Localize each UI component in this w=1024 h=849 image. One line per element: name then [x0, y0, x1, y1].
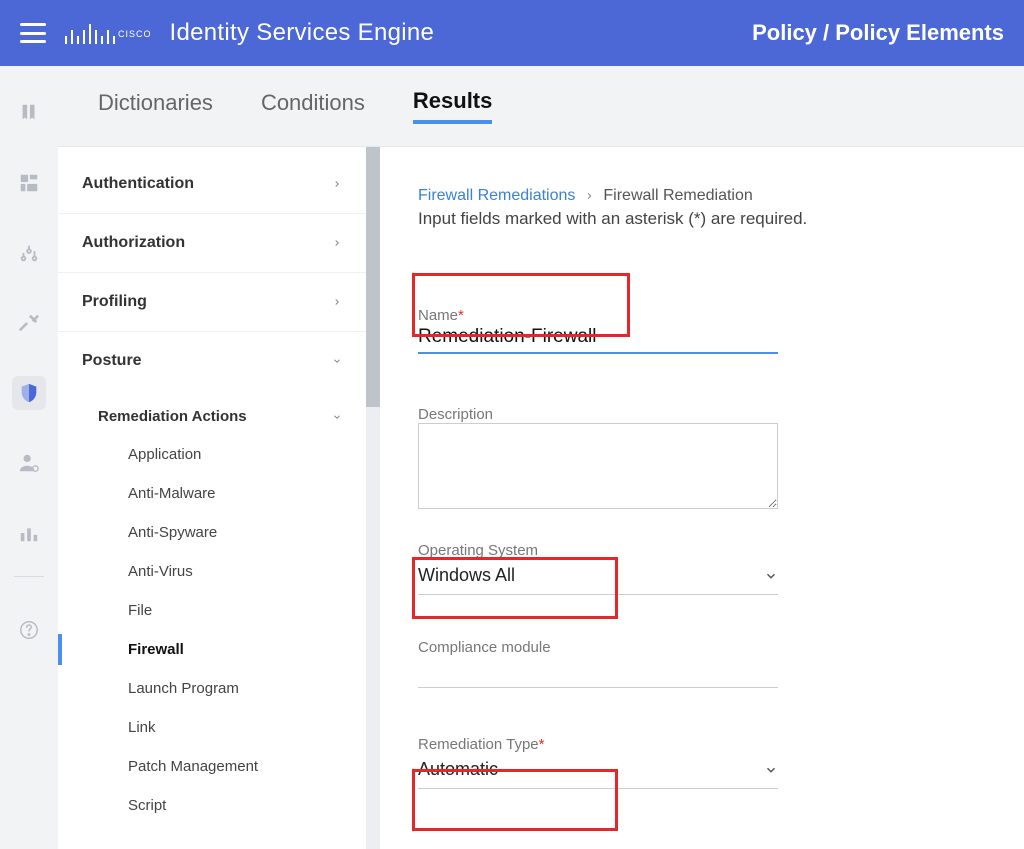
chevron-right-icon	[585, 191, 593, 201]
field-name: Name*	[418, 307, 994, 354]
app-title: Identity Services Engine	[170, 19, 435, 47]
label-text: Name	[418, 307, 458, 324]
compliance-label: Compliance module	[418, 639, 994, 656]
field-compliance: Compliance module	[418, 639, 994, 688]
rail-policy-icon[interactable]	[12, 376, 46, 410]
rail-help-icon[interactable]	[12, 613, 46, 647]
tree-item-firewall[interactable]: Firewall	[58, 630, 366, 669]
content: Dictionaries Conditions Results Authenti…	[0, 66, 1024, 849]
field-description: Description	[418, 406, 994, 514]
tabs: Dictionaries Conditions Results	[58, 66, 1024, 146]
rail-workcenter-icon[interactable]	[12, 516, 46, 550]
remtype-select[interactable]: Automatic	[418, 755, 778, 789]
remtype-value: Automatic	[418, 759, 498, 780]
breadcrumb-parent[interactable]: Firewall Remediations	[418, 187, 575, 205]
rail-divider	[14, 576, 44, 577]
tree-profiling[interactable]: Profiling	[58, 273, 366, 332]
tree-item-anti-malware[interactable]: Anti-Malware	[58, 474, 366, 513]
description-label: Description	[418, 406, 994, 423]
breadcrumb-current: Firewall Remediation	[603, 187, 752, 205]
chevron-down-icon	[332, 356, 342, 366]
field-remtype: Remediation Type* Automatic	[418, 736, 994, 789]
os-value: Windows All	[418, 565, 515, 586]
chevron-down-icon	[764, 763, 778, 777]
top-bar: CISCO Identity Services Engine Policy / …	[0, 0, 1024, 66]
main: Dictionaries Conditions Results Authenti…	[58, 66, 1024, 849]
chevron-right-icon	[332, 238, 342, 248]
tree-label: Profiling	[82, 293, 147, 311]
columns: Authentication Authorization Profiling P…	[58, 146, 1024, 849]
label-text: Remediation Type	[418, 736, 539, 753]
tree: Authentication Authorization Profiling P…	[58, 147, 380, 825]
os-select[interactable]: Windows All	[418, 561, 778, 595]
rail-bookmark-icon[interactable]	[12, 96, 46, 130]
menu-icon[interactable]	[20, 23, 46, 43]
tab-conditions[interactable]: Conditions	[261, 90, 365, 122]
tree-item-script[interactable]: Script	[58, 786, 366, 825]
chevron-down-icon	[332, 412, 342, 422]
os-label: Operating System	[418, 542, 994, 559]
topbar-left: CISCO Identity Services Engine	[20, 19, 434, 47]
tree-scrollbar-thumb[interactable]	[366, 147, 380, 407]
tab-results[interactable]: Results	[413, 88, 492, 124]
tab-dictionaries[interactable]: Dictionaries	[98, 90, 213, 122]
tree-label: Authentication	[82, 175, 194, 193]
name-label: Name*	[418, 307, 994, 324]
remtype-label: Remediation Type*	[418, 736, 994, 753]
tree-item-link[interactable]: Link	[58, 708, 366, 747]
chevron-right-icon	[332, 297, 342, 307]
tree-item-patch-management[interactable]: Patch Management	[58, 747, 366, 786]
chevron-down-icon	[764, 569, 778, 583]
tree-sidebar: Authentication Authorization Profiling P…	[58, 146, 380, 849]
tree-label: Posture	[82, 352, 142, 370]
breadcrumb-top: Policy / Policy Elements	[752, 20, 1004, 46]
chevron-right-icon	[332, 179, 342, 189]
rail-dashboard-icon[interactable]	[12, 166, 46, 200]
breadcrumb: Firewall Remediations Firewall Remediati…	[418, 187, 994, 205]
rail-tools-icon[interactable]	[12, 306, 46, 340]
cisco-text: CISCO	[118, 29, 152, 39]
tree-label: Remediation Actions	[98, 408, 247, 425]
tree-remediation-actions[interactable]: Remediation Actions	[58, 390, 366, 435]
compliance-value	[418, 660, 778, 688]
tree-item-launch-program[interactable]: Launch Program	[58, 669, 366, 708]
required-asterisk: *	[539, 736, 545, 753]
rail-visibility-icon[interactable]	[12, 236, 46, 270]
rail-admin-icon[interactable]	[12, 446, 46, 480]
tree-item-application[interactable]: Application	[58, 435, 366, 474]
tree-authorization[interactable]: Authorization	[58, 214, 366, 273]
nav-rail	[0, 66, 58, 849]
tree-posture[interactable]: Posture	[58, 332, 366, 390]
cisco-logo	[64, 20, 116, 46]
tree-item-anti-virus[interactable]: Anti-Virus	[58, 552, 366, 591]
description-input[interactable]	[418, 423, 778, 509]
name-input[interactable]	[418, 324, 778, 354]
tree-label: Authorization	[82, 234, 185, 252]
required-asterisk: *	[458, 307, 464, 324]
form-panel: Firewall Remediations Firewall Remediati…	[380, 146, 1024, 849]
tree-authentication[interactable]: Authentication	[58, 155, 366, 214]
helper-text: Input fields marked with an asterisk (*)…	[418, 209, 994, 229]
tree-item-anti-spyware[interactable]: Anti-Spyware	[58, 513, 366, 552]
tree-item-file[interactable]: File	[58, 591, 366, 630]
field-os: Operating System Windows All	[418, 542, 994, 595]
